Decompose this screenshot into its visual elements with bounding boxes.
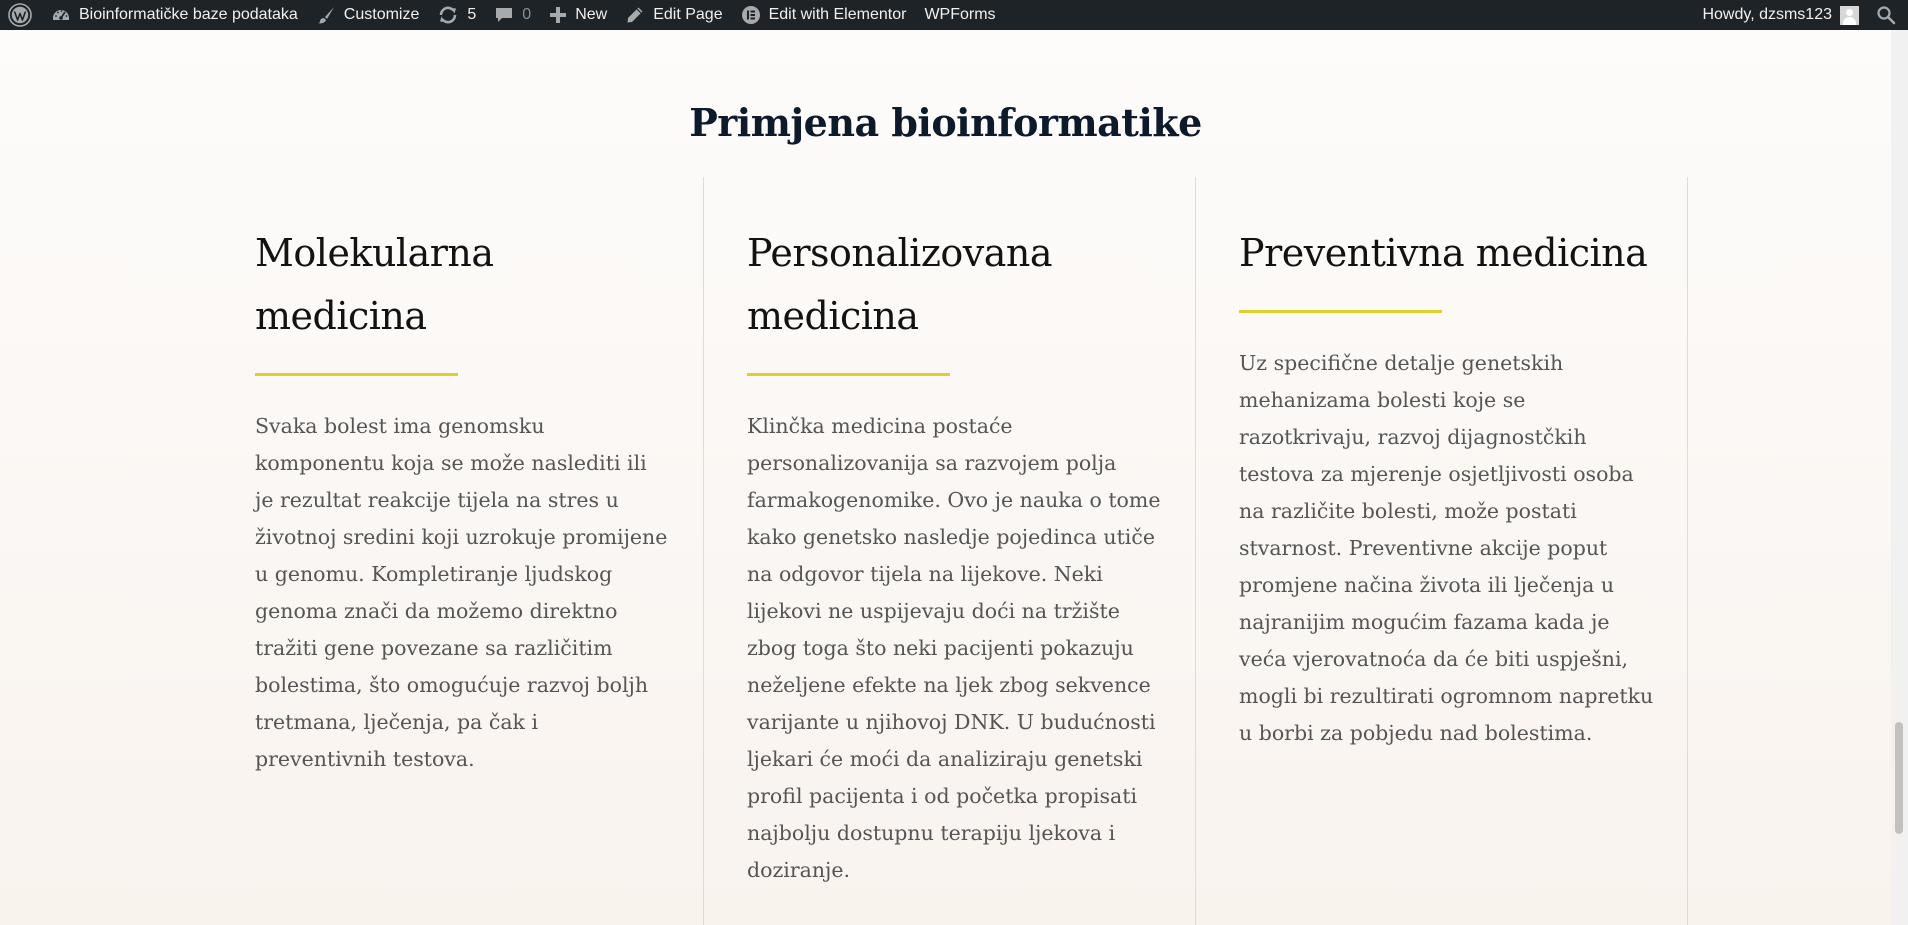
customize-link[interactable]: Customize: [307, 0, 429, 30]
plus-icon: [549, 6, 567, 24]
updates-link[interactable]: 5: [428, 0, 485, 30]
avatar: [1840, 5, 1859, 25]
column-preventive-medicine: Preventivna medicina Uz specifične detal…: [1239, 222, 1654, 752]
pencil-icon: [625, 5, 645, 25]
scrollbar-thumb[interactable]: [1895, 722, 1903, 834]
column-heading: Molekularna medicina: [255, 222, 670, 348]
comment-icon: [494, 5, 514, 25]
column-heading: Preventivna medicina: [1239, 222, 1659, 285]
column-divider: [1195, 177, 1196, 925]
updates-count: 5: [467, 6, 477, 23]
edit-page-link[interactable]: Edit Page: [616, 0, 731, 30]
page-scrollbar[interactable]: [1891, 30, 1908, 925]
updates-icon: [437, 5, 459, 25]
column-heading: Personalizovana medicina: [747, 222, 1147, 348]
column-text: Uz specifične detalje genetskih mehaniza…: [1239, 351, 1654, 745]
admin-search[interactable]: [1868, 0, 1908, 30]
new-content-menu[interactable]: New: [540, 0, 616, 30]
column-heading-line: Molekularna: [255, 231, 494, 275]
edit-with-elementor-link[interactable]: Edit with Elementor: [732, 0, 916, 30]
wpforms-label: WPForms: [924, 6, 996, 23]
column-text: Svaka bolest ima genomsku komponentu koj…: [255, 414, 668, 771]
column-heading-line: Preventivna medicina: [1239, 231, 1648, 275]
column-text: Klinčka medicina postaće personalizovani…: [747, 414, 1161, 882]
customize-label: Customize: [343, 6, 420, 23]
admin-bar-secondary: Howdy, dzsms123: [1693, 0, 1908, 30]
admin-bar: Bioinformatičke baze podataka Customize …: [0, 0, 1908, 30]
wordpress-logo-menu[interactable]: [0, 0, 42, 30]
column-divider: [1687, 177, 1688, 925]
heading-underline: [747, 373, 950, 376]
site-name-menu[interactable]: Bioinformatičke baze podataka: [42, 0, 307, 30]
dashboard-icon: [51, 5, 71, 25]
howdy-label: Howdy, dzsms123: [1702, 6, 1832, 23]
comments-count: 0: [522, 6, 532, 23]
column-divider: [703, 177, 704, 925]
site-name-label: Bioinformatičke baze podataka: [79, 6, 298, 23]
my-account-menu[interactable]: Howdy, dzsms123: [1693, 0, 1868, 30]
brush-icon: [316, 5, 336, 25]
new-label: New: [575, 6, 608, 23]
column-molecular-medicine: Molekularna medicina Svaka bolest ima ge…: [255, 222, 670, 778]
elementor-icon: [741, 5, 761, 25]
heading-underline: [1239, 310, 1442, 313]
column-personalized-medicine: Personalizovana medicina Klinčka medicin…: [747, 222, 1162, 889]
wordpress-icon: [8, 3, 32, 27]
column-heading-line: medicina: [255, 294, 427, 338]
heading-underline: [255, 373, 458, 376]
wpforms-menu[interactable]: WPForms: [915, 0, 1004, 30]
search-icon: [1876, 5, 1896, 25]
comments-link[interactable]: 0: [485, 0, 540, 30]
edit-page-label: Edit Page: [653, 6, 723, 23]
section-title: Primjena bioinformatike: [689, 100, 1202, 145]
column-heading-line: Personalizovana: [747, 231, 1052, 275]
column-heading-line: medicina: [747, 294, 919, 338]
edit-with-elementor-label: Edit with Elementor: [768, 6, 907, 23]
